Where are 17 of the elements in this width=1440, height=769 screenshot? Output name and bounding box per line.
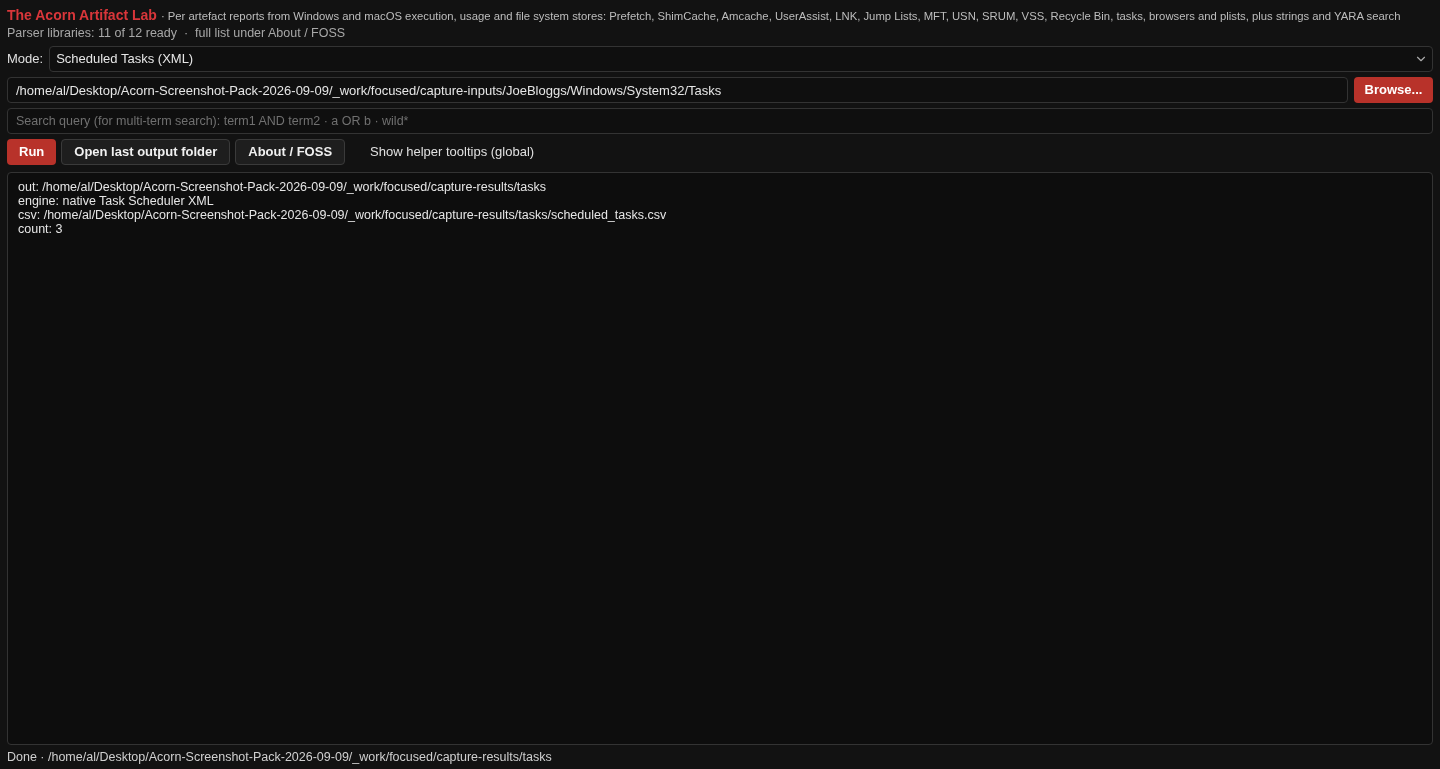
app-description: · Per artefact reports from Windows and macOS execution, usage and file system stores: Prefetch, ShimCache, Amcache, UserAssist, LNK, Jump Lists, MFT, USN, SRUM, VSS, Recycle Bin, tasks, browsers and plists, plus strings and YARA search <box>160 9 1401 24</box>
status-text: Done · /home/al/Desktop/Acorn-Screenshot-Pack-2026-09-09/_work/focused/capture-results/tasks <box>7 748 552 766</box>
output-line: count: 3 <box>18 222 63 236</box>
tooltips-toggle[interactable]: Show helper tooltips (global) <box>358 139 547 165</box>
action-button[interactable]: Open last output folder <box>61 139 231 165</box>
output-line: out: /home/al/Desktop/Acorn-Screenshot-Pack-2026-09-09/_work/focused/capture-results/tasks <box>18 180 547 194</box>
output-line: csv: /home/al/Desktop/Acorn-Screenshot-Pack-2026-09-09/_work/focused/capture-results/tasks/scheduled_tasks.csv <box>18 208 667 222</box>
mode-label: Mode: <box>7 50 44 69</box>
run-button[interactable]: Run <box>7 139 57 165</box>
output-line: engine: native Task Scheduler XML <box>18 194 214 208</box>
app-title: The Acorn Artifact Lab <box>7 6 157 25</box>
search-field[interactable]: Search query (for multi-term search): term1 AND term2 · a OR b · wild* <box>7 108 1433 134</box>
action-button[interactable]: About / FOSS <box>235 139 346 165</box>
parser-status: Parser libraries: 11 of 12 ready · full list under About / FOSS <box>7 26 346 41</box>
path-field[interactable]: /home/al/Desktop/Acorn-Screenshot-Pack-2026-09-09/_work/focused/capture-inputs/JoeBloggs/Windows/System32/Tasks <box>7 77 1348 103</box>
browse-button[interactable]: Browse... <box>1354 77 1433 103</box>
mode-select[interactable]: Scheduled Tasks (XML) <box>49 46 1433 72</box>
